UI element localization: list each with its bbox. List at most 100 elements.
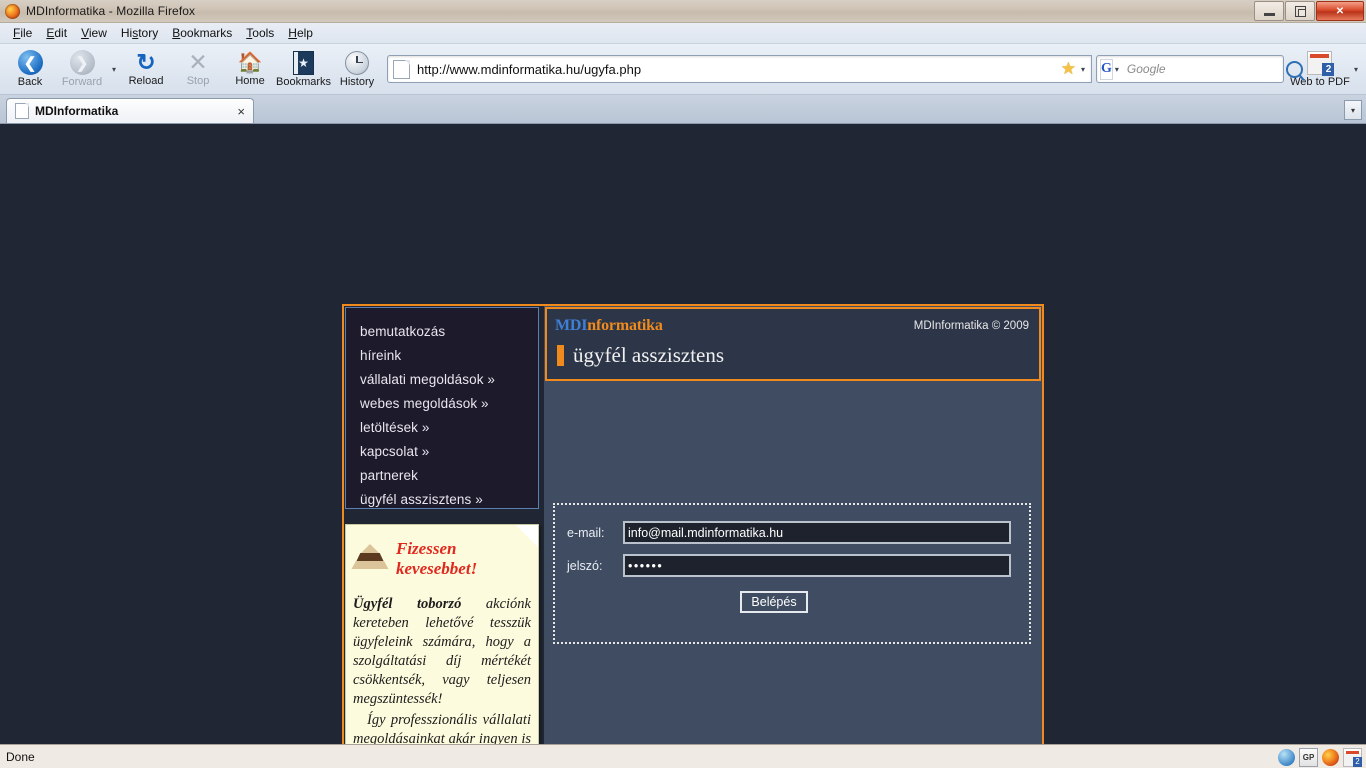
sidebar-item-kapcsolat[interactable]: kapcsolat »	[360, 440, 538, 464]
sidebar-item-vallalati-megoldasok[interactable]: vállalati megoldások »	[360, 368, 538, 392]
back-arrow-icon: ❮	[17, 50, 43, 75]
forward-button: ❯ Forward	[56, 46, 108, 92]
back-label: Back	[17, 76, 43, 88]
content-area: MDInformatika MDInformatika © 2009 ügyfé…	[544, 306, 1042, 744]
firefox-logo-icon	[5, 3, 20, 19]
tab-close-icon[interactable]: ×	[237, 104, 245, 119]
submit-row: Belépés	[555, 591, 1029, 613]
reload-label: Reload	[128, 75, 164, 87]
promo-para1-rest: akciónk kereteben lehetővé tesszük ügyfe…	[353, 596, 531, 707]
bookmarks-button[interactable]: ★ Bookmarks	[276, 46, 331, 92]
tab-favicon-icon	[15, 103, 29, 119]
close-window-button[interactable]: ✕	[1316, 1, 1364, 21]
forward-label: Forward	[61, 76, 103, 88]
google-engine-icon[interactable]: G	[1099, 58, 1113, 80]
menu-tools[interactable]: Tools	[239, 24, 281, 42]
email-row: e-mail:	[567, 521, 1029, 544]
history-button[interactable]: History	[331, 46, 383, 92]
back-button[interactable]: ❮ Back	[4, 46, 56, 92]
home-label: Home	[235, 74, 265, 87]
reload-icon: ↻	[136, 49, 156, 75]
password-row: jelszó:	[567, 554, 1029, 577]
stop-icon: ✕	[188, 49, 208, 75]
bookmark-star-icon[interactable]: ★	[1056, 59, 1081, 79]
nav-history-dropdown-icon[interactable]: ▾	[112, 65, 116, 74]
address-bar[interactable]: ★ ▾	[387, 55, 1092, 83]
menu-edit[interactable]: Edit	[39, 24, 74, 42]
login-submit-button[interactable]: Belépés	[740, 591, 808, 613]
promo-title: Fizessen kevesebbet!	[396, 539, 478, 578]
password-field[interactable]	[623, 554, 1011, 577]
promo-paragraph-2: Így professzionális vállalati megoldásai…	[350, 711, 534, 744]
sidebar-item-letoltesek[interactable]: letöltések »	[360, 416, 538, 440]
bookmarks-label: Bookmarks	[276, 75, 332, 88]
promo-link-ingyen[interactable]: ingyen	[479, 731, 518, 744]
navigation-toolbar: ❮ Back ❯ Forward ▾ ↻ Reload ✕ Stop 🏠 Hom…	[0, 44, 1366, 95]
stop-label: Stop	[186, 75, 210, 87]
menu-help[interactable]: Help	[281, 24, 320, 42]
site-frame: bemutatkozás híreink vállalati megoldáso…	[342, 304, 1044, 744]
menu-file[interactable]: File	[6, 24, 39, 42]
copyright-text: MDInformatika © 2009	[913, 320, 1029, 332]
promo-header: Fizessen kevesebbet!	[350, 525, 534, 579]
promo-box[interactable]: Fizessen kevesebbet! Ügyfél toborzó akci…	[345, 524, 539, 744]
pyramid-icon	[350, 544, 390, 574]
sidebar-item-bemutatkozas[interactable]: bemutatkozás	[360, 320, 538, 344]
promo-bold-toborzo: toborzó	[417, 596, 462, 612]
page-favicon-icon	[393, 59, 411, 79]
search-icon[interactable]	[1285, 60, 1303, 78]
sidebar-item-ugyfel-asszisztens[interactable]: ügyfél asszisztens »	[360, 488, 538, 512]
logo-suffix: nformatika	[587, 317, 663, 334]
tab-mdinformatika[interactable]: MDInformatika ×	[6, 98, 254, 123]
promo-paragraph-1: Ügyfél toborzó akciónk kereteben lehetőv…	[350, 595, 534, 709]
site-logo[interactable]: MDInformatika	[555, 317, 663, 335]
tab-list-dropdown[interactable]: ▾	[1344, 100, 1362, 120]
status-text: Done	[6, 750, 35, 764]
home-button[interactable]: 🏠 Home	[224, 46, 276, 92]
stop-button: ✕ Stop	[172, 46, 224, 92]
site-header: MDInformatika MDInformatika © 2009 ügyfé…	[545, 307, 1041, 381]
title-accent-bar	[557, 345, 564, 366]
email-label: e-mail:	[567, 525, 605, 540]
window-title-bar: MDInformatika - Mozilla Firefox ✕	[0, 0, 1366, 23]
sidebar-item-partnerek[interactable]: partnerek	[360, 464, 538, 488]
history-label: History	[339, 75, 375, 88]
password-label: jelszó:	[567, 558, 603, 573]
window-title: MDInformatika - Mozilla Firefox	[26, 4, 196, 18]
toolbar-overflow-icon[interactable]: ▾	[1354, 65, 1358, 74]
reload-button[interactable]: ↻ Reload	[120, 46, 172, 92]
status-bar: Done GP	[0, 744, 1366, 768]
firefox-icon[interactable]	[1322, 748, 1339, 766]
status-icon-tray: GP	[1278, 747, 1362, 767]
globe-icon[interactable]	[1278, 748, 1295, 766]
tab-bar: MDInformatika × ▾	[0, 95, 1366, 124]
menu-bookmarks[interactable]: Bookmarks	[165, 24, 239, 42]
window-controls: ✕	[1254, 1, 1364, 21]
email-field[interactable]	[623, 521, 1011, 544]
search-input[interactable]	[1124, 61, 1286, 77]
sidebar: bemutatkozás híreink vállalati megoldáso…	[344, 306, 544, 744]
pdf-icon[interactable]	[1343, 747, 1362, 767]
promo-bold-ugyfel: Ügyfél	[353, 596, 393, 612]
sidebar-item-webes-megoldasok[interactable]: webes megoldások »	[360, 392, 538, 416]
menu-history[interactable]: History	[114, 24, 165, 42]
menu-view[interactable]: View	[74, 24, 114, 42]
page-title: ügyfél asszisztens	[557, 343, 724, 368]
address-dropdown-icon[interactable]: ▾	[1081, 65, 1091, 74]
gp-icon[interactable]: GP	[1299, 747, 1318, 767]
home-icon: 🏠	[237, 51, 263, 74]
web-to-pdf-icon	[1307, 50, 1335, 76]
page-viewport: bemutatkozás híreink vállalati megoldáso…	[0, 124, 1366, 744]
minimize-button[interactable]	[1254, 1, 1284, 21]
minimize-icon	[1263, 12, 1275, 16]
url-input[interactable]	[415, 60, 1056, 78]
clock-icon	[345, 50, 370, 75]
login-form: e-mail: jelszó: Belépés	[553, 503, 1031, 644]
search-bar[interactable]: G ▾	[1095, 55, 1303, 83]
search-engine-dropdown-icon[interactable]: ▾	[1115, 65, 1125, 74]
sidebar-item-hireink[interactable]: híreink	[360, 344, 538, 368]
logo-prefix: MDI	[555, 317, 588, 334]
page-title-text: ügyfél asszisztens	[573, 343, 725, 367]
restore-button[interactable]	[1285, 1, 1315, 21]
web-to-pdf-label: Web to PDF	[1290, 75, 1350, 88]
